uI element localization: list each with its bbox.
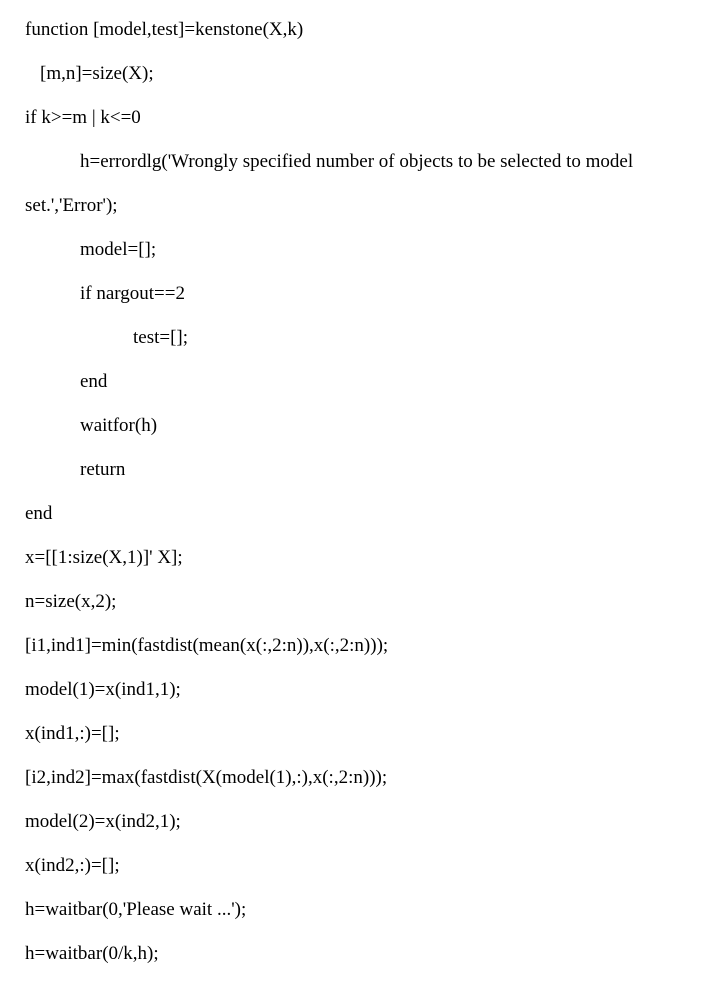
code-line: return xyxy=(25,460,680,479)
code-line: end xyxy=(25,504,680,523)
code-line: if k>=m | k<=0 xyxy=(25,108,680,127)
code-line: end xyxy=(25,372,680,391)
code-line: [i1,ind1]=min(fastdist(mean(x(:,2:n)),x(… xyxy=(25,636,680,655)
code-line: h=waitbar(0/k,h); xyxy=(25,944,680,963)
code-line: x=[[1:size(X,1)]' X]; xyxy=(25,548,680,567)
code-line: x(ind1,:)=[]; xyxy=(25,724,680,743)
code-line: h=waitbar(0,'Please wait ...'); xyxy=(25,900,680,919)
code-line: n=size(x,2); xyxy=(25,592,680,611)
code-line: model(1)=x(ind1,1); xyxy=(25,680,680,699)
code-line: x(ind2,:)=[]; xyxy=(25,856,680,875)
code-line: h=errordlg('Wrongly specified number of … xyxy=(25,152,680,171)
code-line: [m,n]=size(X); xyxy=(25,64,680,83)
code-line: function [model,test]=kenstone(X,k) xyxy=(25,20,680,39)
code-line: model=[]; xyxy=(25,240,680,259)
code-line: [i2,ind2]=max(fastdist(X(model(1),:),x(:… xyxy=(25,768,680,787)
code-line: waitfor(h) xyxy=(25,416,680,435)
code-line: model(2)=x(ind2,1); xyxy=(25,812,680,831)
code-line: set.','Error'); xyxy=(25,196,680,215)
code-line: if nargout==2 xyxy=(25,284,680,303)
code-line: test=[]; xyxy=(25,328,680,347)
